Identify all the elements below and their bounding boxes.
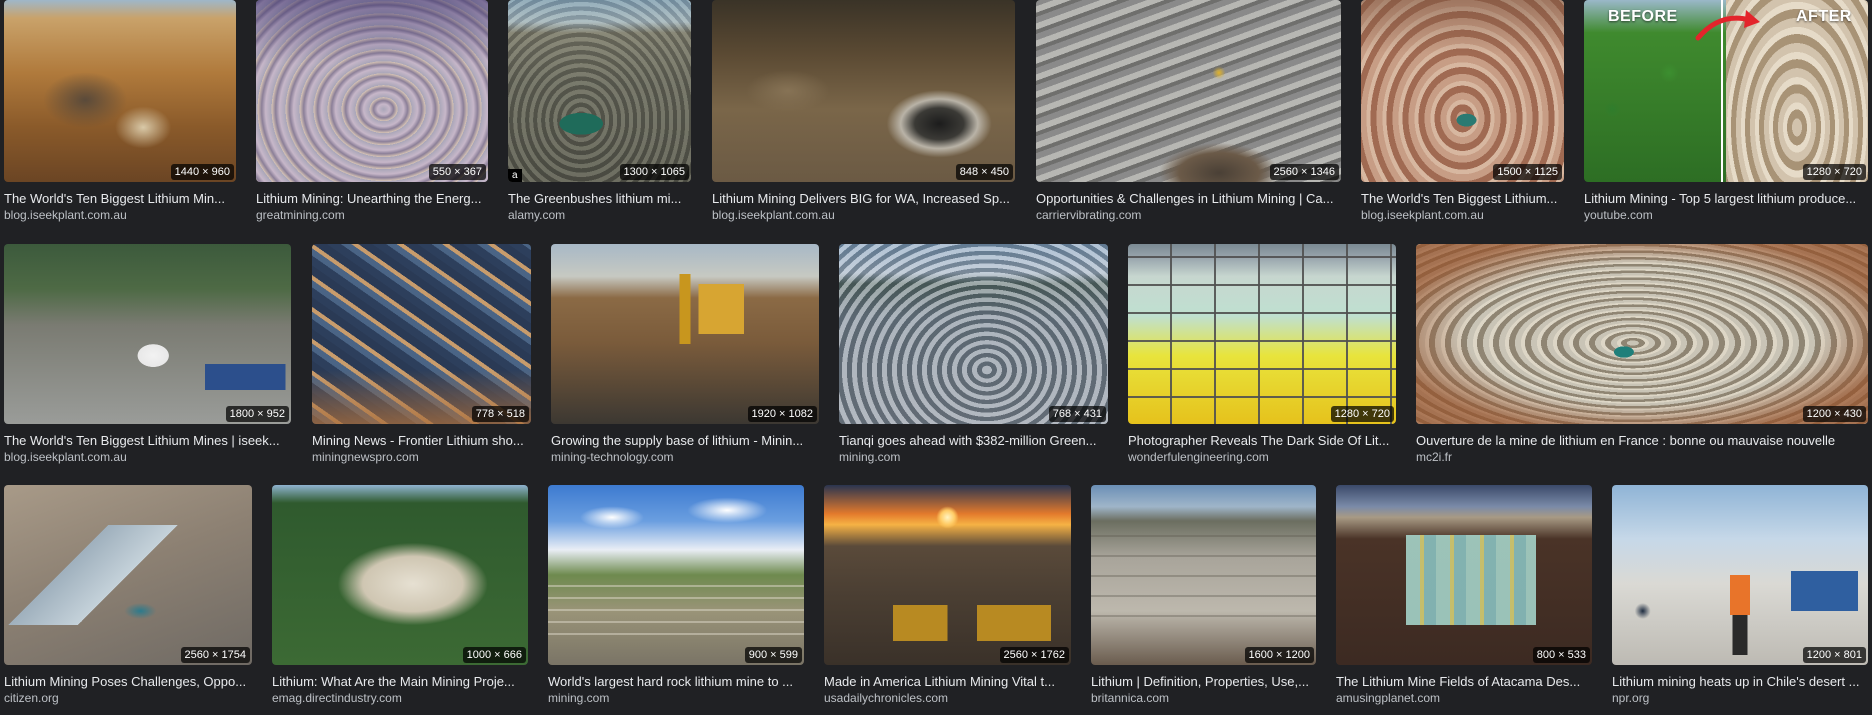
result-source[interactable]: mining.com (839, 450, 1108, 465)
result-title[interactable]: Made in America Lithium Mining Vital t..… (824, 674, 1071, 690)
result-thumbnail[interactable]: 1500 × 1125 (1361, 0, 1564, 182)
result-title[interactable]: World's largest hard rock lithium mine t… (548, 674, 804, 690)
result-thumbnail[interactable]: 1600 × 1200 (1091, 485, 1316, 665)
result-thumbnail[interactable]: 2560 × 1762 (824, 485, 1071, 665)
result-thumbnail[interactable]: 1200 × 430 (1416, 244, 1868, 424)
results-row-1: 1440 × 960 The World's Ten Biggest Lithi… (0, 0, 1872, 230)
result-thumbnail[interactable]: 2560 × 1346 (1036, 0, 1341, 182)
result-title[interactable]: Lithium: What Are the Main Mining Proje.… (272, 674, 528, 690)
result-thumbnail[interactable]: 768 × 431 (839, 244, 1108, 424)
result-source[interactable]: carriervibrating.com (1036, 208, 1341, 223)
image-dimensions: 1600 × 1200 (1244, 647, 1314, 663)
result-thumbnail[interactable]: a 1300 × 1065 (508, 0, 691, 182)
result-title[interactable]: The World's Ten Biggest Lithium Mines | … (4, 433, 291, 449)
result-thumbnail[interactable]: 1440 × 960 (4, 0, 236, 182)
result-title[interactable]: Opportunities & Challenges in Lithium Mi… (1036, 191, 1341, 207)
watermark-logo: a (508, 169, 522, 182)
image-dimensions: 1000 × 666 (462, 647, 526, 663)
result-title[interactable]: Lithium Mining - Top 5 largest lithium p… (1584, 191, 1868, 207)
result-thumbnail[interactable]: 1280 × 720 (1128, 244, 1396, 424)
image-dimensions: 800 × 533 (1532, 647, 1590, 663)
result-source[interactable]: alamy.com (508, 208, 691, 223)
image-dimensions: 2560 × 1762 (999, 647, 1069, 663)
result-title[interactable]: Lithium Mining Delivers BIG for WA, Incr… (712, 191, 1015, 207)
image-dimensions: 2560 × 1346 (1269, 164, 1339, 180)
result-thumbnail[interactable]: 1000 × 666 (272, 485, 528, 665)
result-title[interactable]: Lithium mining heats up in Chile's deser… (1612, 674, 1868, 690)
result-title[interactable]: The World's Ten Biggest Lithium Min... (4, 191, 236, 207)
result-title[interactable]: Growing the supply base of lithium - Min… (551, 433, 819, 449)
result-thumbnail[interactable]: 1200 × 801 (1612, 485, 1868, 665)
result-thumbnail[interactable]: 848 × 450 (712, 0, 1015, 182)
image-dimensions: 1200 × 430 (1802, 406, 1866, 422)
result-source[interactable]: miningnewspro.com (312, 450, 531, 465)
result-thumbnail[interactable]: BEFORE AFTER 1280 × 720 (1584, 0, 1868, 182)
result-source[interactable]: mining-technology.com (551, 450, 819, 465)
result-source[interactable]: youtube.com (1584, 208, 1868, 223)
before-label: BEFORE (1608, 8, 1678, 25)
result-title[interactable]: Tianqi goes ahead with $382-million Gree… (839, 433, 1108, 449)
result-source[interactable]: blog.iseekplant.com.au (1361, 208, 1564, 223)
image-dimensions: 1200 × 801 (1802, 647, 1866, 663)
image-dimensions: 778 × 518 (471, 406, 529, 422)
result-thumbnail[interactable]: 1800 × 952 (4, 244, 291, 424)
image-dimensions: 1800 × 952 (225, 406, 289, 422)
results-row-2: 1800 × 952 The World's Ten Biggest Lithi… (0, 244, 1872, 474)
result-thumbnail[interactable]: 800 × 533 (1336, 485, 1592, 665)
image-dimensions: 900 × 599 (744, 647, 802, 663)
image-dimensions: 1920 × 1082 (747, 406, 817, 422)
image-dimensions: 2560 × 1754 (180, 647, 250, 663)
result-source[interactable]: greatmining.com (256, 208, 488, 223)
image-results-gallery: 1440 × 960 The World's Ten Biggest Lithi… (0, 0, 1872, 705)
image-dimensions: 1440 × 960 (170, 164, 234, 180)
result-title[interactable]: The World's Ten Biggest Lithium... (1361, 191, 1564, 207)
result-thumbnail[interactable]: 550 × 367 (256, 0, 488, 182)
image-dimensions: 768 × 431 (1048, 406, 1106, 422)
after-label: AFTER (1796, 8, 1852, 25)
result-source[interactable]: blog.iseekplant.com.au (712, 208, 1015, 223)
results-row-3: 2560 × 1754 Lithium Mining Poses Challen… (0, 485, 1872, 715)
image-dimensions: 848 × 450 (955, 164, 1013, 180)
result-source[interactable]: wonderfulengineering.com (1128, 450, 1396, 465)
image-dimensions: 1280 × 720 (1330, 406, 1394, 422)
result-title[interactable]: Ouverture de la mine de lithium en Franc… (1416, 433, 1868, 449)
curved-arrow-icon (1695, 10, 1760, 41)
image-dimensions: 1280 × 720 (1802, 164, 1866, 180)
result-title[interactable]: Photographer Reveals The Dark Side Of Li… (1128, 433, 1396, 449)
result-title[interactable]: Lithium Mining: Unearthing the Energ... (256, 191, 488, 207)
result-thumbnail[interactable]: 1920 × 1082 (551, 244, 819, 424)
result-title[interactable]: The Lithium Mine Fields of Atacama Des..… (1336, 674, 1592, 690)
result-source[interactable]: blog.iseekplant.com.au (4, 208, 236, 223)
result-source[interactable]: mc2i.fr (1416, 450, 1868, 465)
result-title[interactable]: Lithium Mining Poses Challenges, Oppo... (4, 674, 252, 690)
image-dimensions: 1500 × 1125 (1493, 164, 1562, 180)
result-thumbnail[interactable]: 2560 × 1754 (4, 485, 252, 665)
image-dimensions: 1300 × 1065 (619, 164, 689, 180)
result-title[interactable]: Lithium | Definition, Properties, Use,..… (1091, 674, 1316, 690)
result-source[interactable]: blog.iseekplant.com.au (4, 450, 291, 465)
image-dimensions: 550 × 367 (428, 164, 486, 180)
result-thumbnail[interactable]: 778 × 518 (312, 244, 531, 424)
result-title[interactable]: Mining News - Frontier Lithium sho... (312, 433, 531, 449)
result-thumbnail[interactable]: 900 × 599 (548, 485, 804, 665)
result-title[interactable]: The Greenbushes lithium mi... (508, 191, 691, 207)
